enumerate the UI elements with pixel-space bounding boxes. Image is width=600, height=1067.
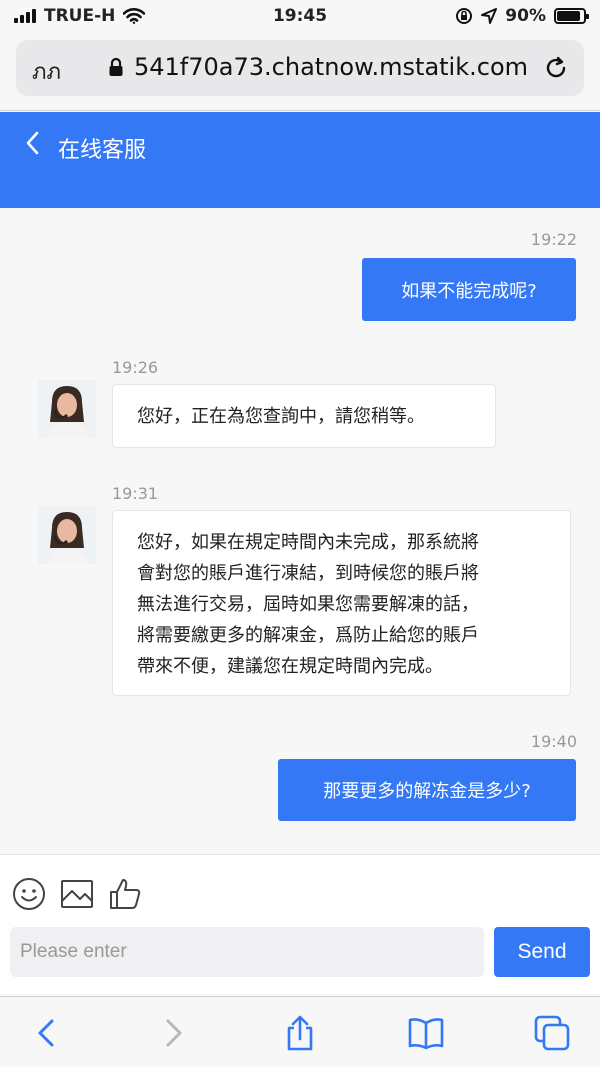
thumbs-up-icon[interactable] (108, 877, 142, 911)
lock-icon (109, 57, 123, 76)
outgoing-message[interactable]: 那要更多的解冻金是多少? (278, 759, 576, 821)
message-time: 19:22 (530, 230, 577, 249)
back-icon[interactable] (28, 1015, 64, 1051)
message-time: 19:31 (112, 484, 159, 503)
share-icon[interactable] (282, 1015, 318, 1051)
tabs-icon[interactable] (534, 1015, 570, 1051)
divider (0, 110, 600, 111)
message-text: 那要更多的解冻金是多少? (323, 781, 531, 802)
message-time: 19:26 (112, 358, 159, 377)
reader-mode-button[interactable]: ภภ (32, 54, 61, 89)
header-title: 在线客服 (58, 138, 147, 163)
message-input[interactable] (10, 927, 484, 977)
battery-percent: 90% (505, 6, 546, 26)
message-line: 無法進行交易，屆時如果您需要解凍的話， (137, 594, 479, 615)
status-right: 90% (455, 6, 589, 26)
agent-avatar (38, 506, 96, 564)
send-button[interactable]: Send (494, 927, 590, 977)
emoji-icon[interactable] (12, 877, 46, 911)
status-bar: TRUE-H 19:45 90% (0, 0, 600, 34)
agent-avatar (38, 380, 96, 438)
message-text: 您好，正在為您查詢中，請您稍等。 (137, 405, 425, 427)
message-line: 會對您的賬戶進行凍結，到時候您的賬戶將 (137, 563, 479, 584)
location-icon (481, 8, 498, 24)
incoming-message[interactable]: 您好，正在為您查詢中，請您稍等。 (112, 384, 496, 448)
message-line: 將需要繳更多的解凍金，爲防止給您的賬戶 (137, 625, 479, 646)
message-line: 帶來不便，建議您在規定時間內完成。 (137, 656, 443, 677)
chat-header: 在线客服 (0, 112, 600, 208)
message-line: 您好，如果在規定時間內未完成，那系統將 (137, 532, 479, 553)
message-text: 如果不能完成呢? (401, 280, 537, 302)
composer: Send (0, 854, 600, 994)
agent-avatar-image (38, 506, 96, 564)
address-bar[interactable]: ภภ 541f70a73.chatnow.mstatik.com (16, 40, 584, 96)
battery-icon (554, 8, 589, 24)
rotation-lock-icon (456, 8, 473, 24)
url-text[interactable]: 541f70a73.chatnow.mstatik.com (134, 53, 528, 81)
browser-toolbar (0, 996, 600, 1067)
reload-icon[interactable] (542, 54, 570, 82)
forward-icon[interactable] (156, 1015, 192, 1051)
outgoing-message[interactable]: 如果不能完成呢? (362, 258, 576, 321)
incoming-message[interactable]: 您好，如果在規定時間內未完成，那系統將 會對您的賬戶進行凍結，到時候您的賬戶將 … (112, 510, 571, 696)
image-icon[interactable] (60, 877, 94, 911)
bookmarks-icon[interactable] (408, 1015, 444, 1051)
agent-avatar-image (38, 380, 96, 438)
back-arrow-icon[interactable] (22, 130, 42, 156)
battery-fill (557, 11, 581, 21)
chat-messages: 19:22 如果不能完成呢? 19:26 您好，正在為您查詢中，請您稍等。 19… (0, 208, 600, 854)
message-time: 19:40 (530, 732, 577, 751)
